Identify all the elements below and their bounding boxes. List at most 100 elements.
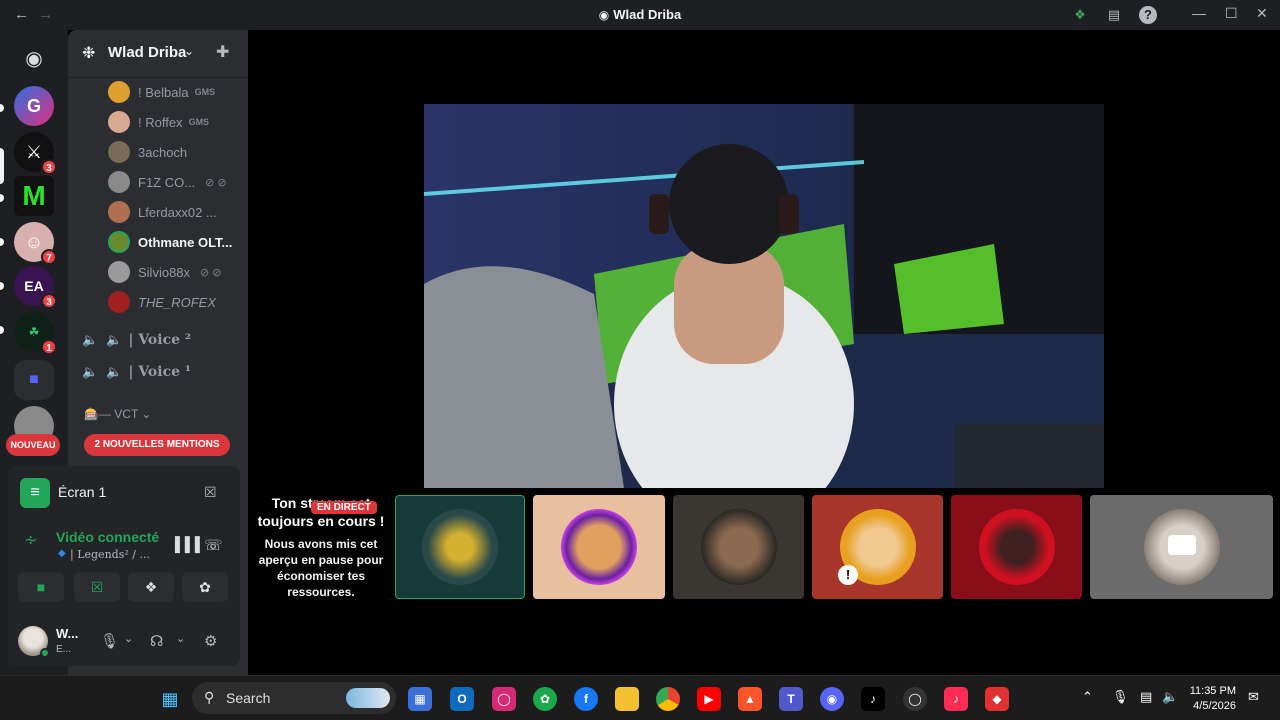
- avatar: [422, 509, 498, 585]
- guild-ea[interactable]: EA 3: [14, 266, 57, 309]
- headphones-icon[interactable]: ☊: [150, 632, 163, 650]
- new-badge[interactable]: NOUVEAU: [6, 434, 60, 456]
- youtube-icon[interactable]: ▶: [697, 687, 721, 711]
- inbox-icon[interactable]: ▤: [1105, 6, 1123, 24]
- teams-icon[interactable]: T: [779, 687, 803, 711]
- user-status: E...: [56, 644, 72, 655]
- chatgpt-icon[interactable]: ✿: [533, 687, 557, 711]
- taskbar: ▦ ⚲ Search ▦ O ◯ ✿ f ▶ ▲ T ◉ ♪ ◯ ♪ ◆ ⌃ 🎙…: [0, 675, 1280, 720]
- voice-channel[interactable]: 🔈 🔈 | Voice ²: [82, 328, 191, 352]
- search-icon: ⚲: [204, 689, 215, 705]
- chevron-down-icon[interactable]: ⌄: [176, 632, 185, 645]
- video-stream[interactable]: [424, 104, 1104, 488]
- stream-body: Nous avons mis cet aperçu en pause pour …: [258, 537, 384, 599]
- participant-tile[interactable]: [673, 495, 804, 599]
- notification-icon[interactable]: ✉: [1248, 689, 1259, 705]
- tiktok-studio-icon[interactable]: ♪: [944, 687, 968, 711]
- voice-channel-label: | Voice ²: [128, 332, 192, 348]
- participant-tile[interactable]: [1090, 495, 1273, 599]
- maximize-icon[interactable]: ☐: [1225, 5, 1238, 22]
- avatar: [108, 261, 130, 283]
- title-bar: ← → ◉ Wlad Driba ❖ ▤ ? — ☐ ✕: [0, 0, 1280, 30]
- member-item[interactable]: ! Roffex GMS: [108, 110, 209, 134]
- noise-suppression-icon[interactable]: ▐▐▐: [170, 536, 200, 552]
- file-explorer-icon[interactable]: [615, 687, 639, 711]
- avatar: [108, 231, 130, 253]
- server-settings-icon: ❉: [82, 45, 96, 62]
- unread-pill: [0, 104, 4, 112]
- volume-icon[interactable]: 🔈: [1162, 689, 1178, 705]
- network-icon[interactable]: ▤: [1140, 689, 1152, 705]
- participant-tile[interactable]: !: [812, 495, 943, 599]
- participant-tile[interactable]: [533, 495, 665, 599]
- member-item[interactable]: THE_ROFEX: [108, 290, 216, 314]
- brave-icon[interactable]: ▲: [738, 687, 762, 711]
- camera-button[interactable]: ■: [18, 572, 64, 602]
- settings-icon[interactable]: ⚙: [204, 632, 217, 650]
- tiktok-icon[interactable]: ♪: [861, 687, 885, 711]
- windows-start-icon[interactable]: ▦: [158, 687, 182, 711]
- microphone-icon[interactable]: 🎙: [1112, 689, 1129, 705]
- member-item[interactable]: Silvio88x ⊘ ⊘: [108, 260, 222, 284]
- warning-icon: !: [838, 565, 858, 585]
- user-area: W... E... 🎙 ⌄ ☊ ⌄ ⚙: [8, 616, 240, 666]
- user-name[interactable]: W...: [56, 626, 78, 641]
- leaf-icon[interactable]: ❖: [1071, 6, 1089, 24]
- add-member-icon[interactable]: ✚: [216, 42, 229, 62]
- close-icon[interactable]: ✕: [1256, 5, 1268, 22]
- server-header[interactable]: ❉ Wlad Driba ⌄ ✚: [68, 30, 248, 78]
- voice-channel-name[interactable]: | Legends² / ...: [70, 548, 150, 561]
- chevron-down-icon: ⌄: [184, 44, 195, 58]
- guild-anime[interactable]: ☺ 7: [14, 222, 57, 265]
- camera-icon: [1168, 535, 1196, 555]
- chrome-icon[interactable]: [656, 687, 680, 711]
- guild-green[interactable]: ☘ 1: [14, 312, 57, 355]
- voice-status[interactable]: Vidéo connecté: [56, 529, 159, 545]
- category-emoji-icon: 🎰: [84, 407, 99, 421]
- microphone-icon[interactable]: 🎙: [100, 632, 119, 650]
- member-tag: GMS: [188, 117, 210, 127]
- chevron-up-icon[interactable]: ⌃: [1082, 689, 1093, 705]
- avatar: [978, 509, 1055, 585]
- member-name: Othmane OLT...: [138, 234, 233, 250]
- unread-pill: [0, 238, 4, 246]
- member-item[interactable]: F1Z CO... ⊘ ⊘: [108, 170, 227, 194]
- category-vct[interactable]: 🎰— VCT ⌄: [84, 407, 151, 421]
- outlook-icon[interactable]: O: [450, 687, 474, 711]
- anydesk-icon[interactable]: ◆: [985, 687, 1009, 711]
- app-icon[interactable]: ◯: [903, 687, 927, 711]
- member-item[interactable]: Lferdaxx02 ...: [108, 200, 217, 224]
- participant-tile[interactable]: [395, 495, 525, 599]
- search-box[interactable]: ⚲ Search: [192, 682, 396, 714]
- chevron-down-icon[interactable]: ⌄: [124, 632, 133, 645]
- avatar: [561, 509, 637, 585]
- screen-share-row[interactable]: ≡ Écran 1 ☒: [8, 466, 240, 518]
- guild-g[interactable]: G: [14, 86, 54, 126]
- disconnect-icon[interactable]: ☏: [204, 536, 223, 554]
- category-label: VCT: [114, 407, 139, 421]
- instagram-icon[interactable]: ◯: [492, 687, 516, 711]
- stop-share-icon[interactable]: ☒: [204, 484, 217, 501]
- minimize-icon[interactable]: —: [1192, 5, 1206, 21]
- avatar: [108, 171, 130, 193]
- facebook-icon[interactable]: f: [574, 687, 598, 711]
- store-icon[interactable]: ▦: [408, 687, 432, 711]
- discord-icon[interactable]: ◉: [820, 687, 844, 711]
- member-name: 3achoch: [138, 144, 188, 160]
- member-item[interactable]: ! Belbala GMS: [108, 80, 215, 104]
- clock[interactable]: 11:35 PM 4/5/2026: [1190, 684, 1236, 714]
- guild-sword[interactable]: ⚔ 3: [14, 132, 57, 175]
- participant-tile[interactable]: [951, 495, 1082, 599]
- avatar: [108, 111, 130, 133]
- guild-m[interactable]: M: [14, 176, 54, 216]
- member-item[interactable]: 3achoch: [108, 140, 187, 164]
- folder-icon[interactable]: ■: [14, 360, 54, 400]
- help-icon[interactable]: ?: [1139, 6, 1157, 24]
- voice-channel[interactable]: 🔈 🔈 | Voice ¹: [82, 360, 191, 384]
- screen-share-button[interactable]: ☒: [74, 572, 120, 602]
- soundboard-button[interactable]: ✿: [182, 572, 228, 602]
- mentions-banner[interactable]: 2 NOUVELLES MENTIONS: [84, 434, 230, 456]
- member-item[interactable]: Othmane OLT...: [108, 230, 232, 254]
- activities-button[interactable]: ❖: [128, 572, 174, 602]
- discord-home-icon[interactable]: ◉: [14, 38, 54, 78]
